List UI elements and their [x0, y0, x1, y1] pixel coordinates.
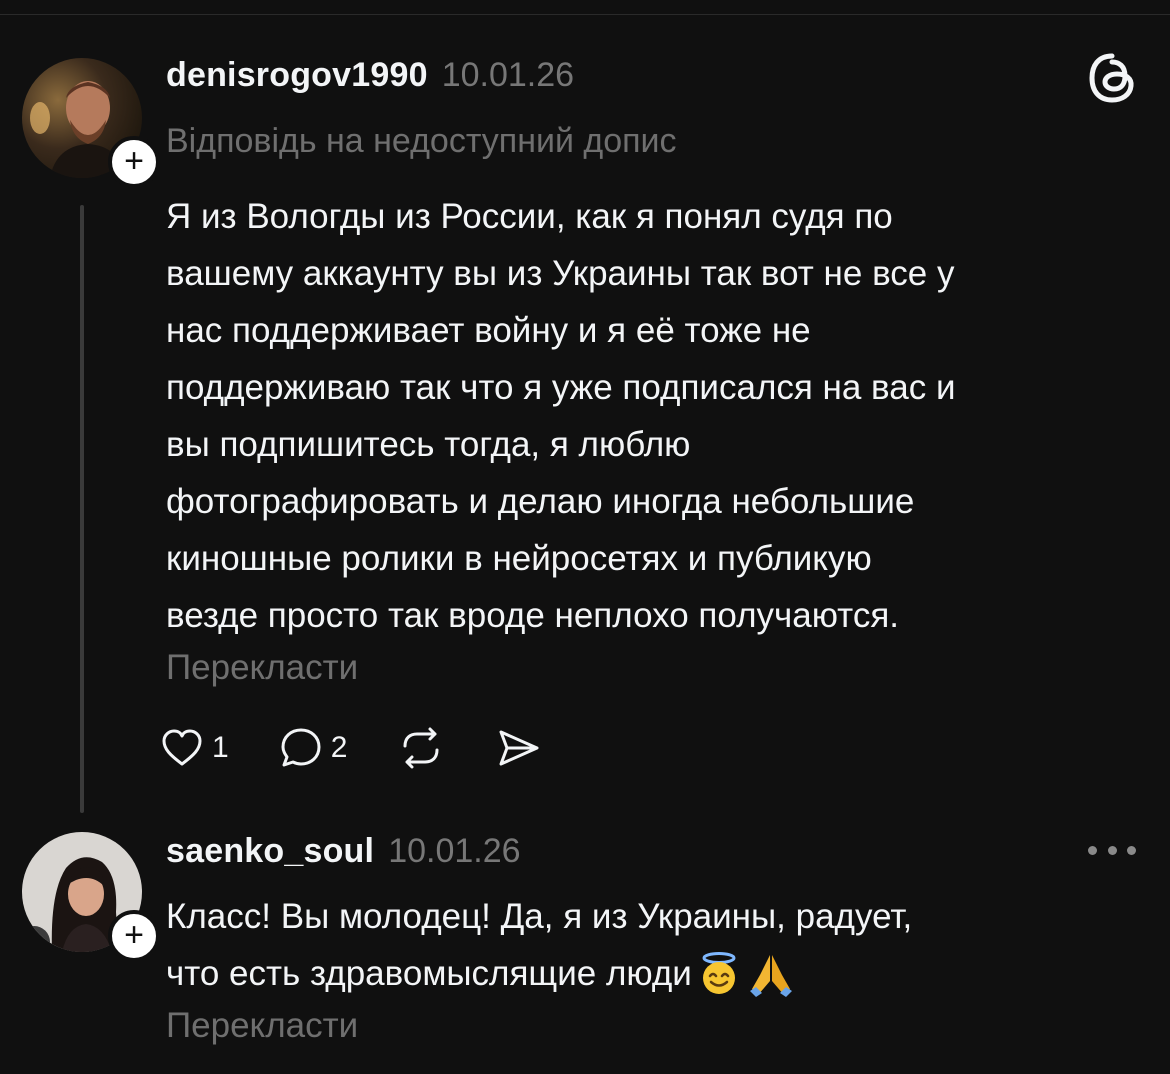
translate-link[interactable]: Перекласти — [166, 648, 358, 688]
action-bar: 1 2 — [160, 722, 591, 774]
post-line: киношные ролики в нейросетях и публикую — [166, 539, 872, 578]
post-line: фотографировать и делаю иногда небольшие — [166, 482, 915, 521]
author-avatar[interactable]: + — [22, 58, 160, 188]
post-line: что есть здравомыслящие люди — [166, 954, 692, 993]
dot — [1088, 845, 1097, 855]
post-line-with-emoji: что есть здравомыслящие люди — [166, 945, 1156, 1002]
thread-line — [80, 205, 84, 813]
post-body: Класс! Вы молодец! Да, я из Украины, рад… — [166, 888, 1156, 1002]
dot — [1107, 845, 1117, 855]
reply-to-label[interactable]: Відповідь на недоступний допис — [166, 122, 677, 161]
comment-bubble-icon — [281, 728, 321, 767]
follow-button[interactable]: + — [108, 910, 160, 962]
author-avatar[interactable]: + — [22, 832, 160, 962]
post-denisrogov: + denisrogov1990 10.01.26 Відповідь на н… — [0, 0, 1170, 830]
username[interactable]: saenko_soul — [166, 832, 374, 871]
follow-button[interactable]: + — [108, 136, 160, 188]
post-line: Класс! Вы молодец! Да, я из Украины, рад… — [166, 897, 913, 936]
threads-logo-icon[interactable] — [1084, 50, 1140, 106]
post-line: нас поддерживает войну и я её тоже не — [166, 311, 811, 350]
like-button[interactable]: 1 — [160, 728, 229, 768]
post-date: 10.01.26 — [441, 56, 575, 94]
repost-button[interactable] — [397, 726, 445, 770]
more-dots-icon[interactable] — [1088, 840, 1136, 860]
reply-button[interactable]: 2 — [279, 726, 348, 770]
reply-count: 2 — [330, 731, 348, 764]
post-body: Я из Вологды из России, как я понял судя… — [166, 188, 1156, 644]
post-line: везде просто так вроде неплохо получаютс… — [166, 596, 900, 635]
post-header: saenko_soul 10.01.26 — [166, 832, 521, 871]
post-line: поддерживаю так что я уже подписался на … — [166, 368, 956, 407]
translate-link[interactable]: Перекласти — [166, 1006, 358, 1046]
post-header: denisrogov1990 10.01.26 — [166, 56, 574, 95]
share-button[interactable] — [495, 726, 541, 770]
like-count: 1 — [212, 731, 229, 764]
post-line: вашему аккаунту вы из Украины так вот не… — [166, 254, 955, 293]
post-date: 10.01.26 — [388, 832, 521, 870]
repost-icon — [403, 727, 439, 769]
heart-icon — [162, 729, 202, 766]
username[interactable]: denisrogov1990 — [166, 56, 428, 95]
post-line: Я из Вологды из России, как я понял судя… — [166, 197, 893, 236]
post-line: вы подпишитесь тогда, я люблю — [166, 425, 691, 464]
send-icon — [499, 730, 539, 766]
folded-hands-icon — [749, 954, 792, 997]
dot — [1127, 845, 1136, 855]
smiling-face-with-halo-icon — [702, 951, 736, 994]
